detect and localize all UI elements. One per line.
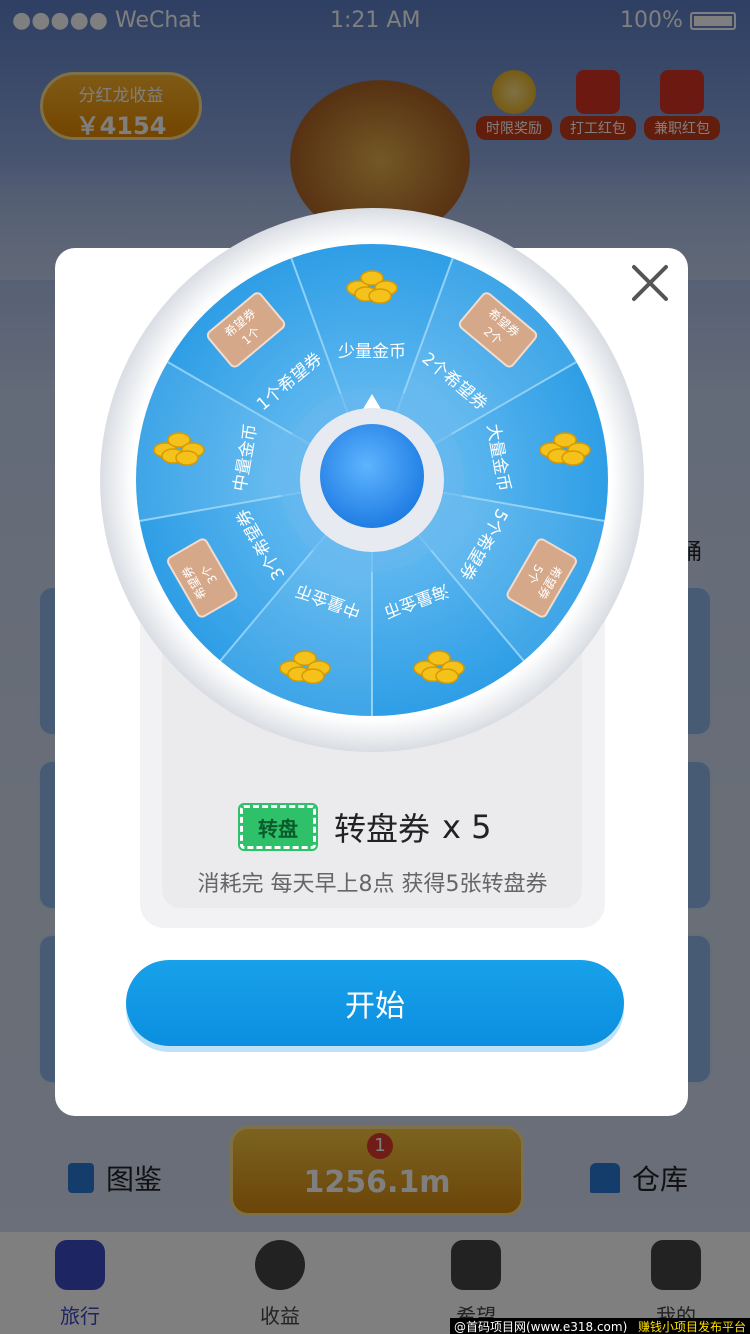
spin-knob[interactable] [320,424,424,528]
watermark-site: @首码项目网(www.e318.com) [454,1320,628,1334]
wheel-segment-label: 少量金币 [338,342,406,362]
watermark: @首码项目网(www.e318.com) 赚钱小项目发布平台 [450,1318,750,1334]
spin-ticket-icon: 转盘 [238,803,318,851]
prize-wheel: 少量金币 2个希望券 希望券 2个 大量金币 5个希望券 希望券 5个 海量金币 中量金币 3个希望… [98,206,646,754]
spin-ticket-name: 转盘券 [334,810,431,848]
start-spin-button[interactable]: 开始 [126,960,624,1046]
spin-ticket-count: x 5 [442,808,492,846]
spin-ticket-description: 消耗完 每天早上8点 获得5张转盘券 [197,872,548,897]
spin-ticket-row: 转盘 转盘券 x 5 [238,802,540,852]
watermark-slogan: 赚钱小项目发布平台 [637,1320,746,1334]
